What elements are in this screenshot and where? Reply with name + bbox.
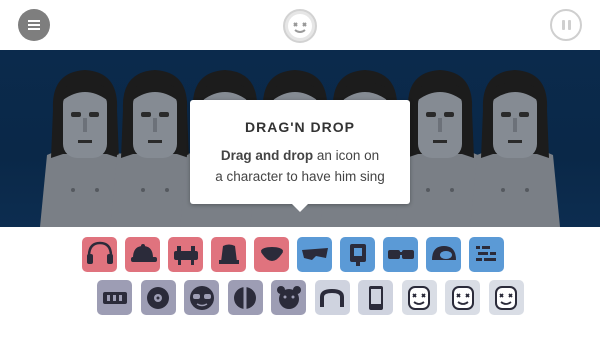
phone-icon (368, 285, 383, 310)
mixer-tile[interactable] (97, 280, 132, 315)
pause-button[interactable] (550, 9, 582, 41)
dj-deck-tile[interactable] (168, 237, 203, 272)
marshmello-3-tile[interactable] (488, 280, 524, 315)
dots-pattern-icon (475, 245, 496, 261)
tooltip-title: DRAG'N DROP (245, 119, 355, 135)
arch-icon (320, 288, 344, 307)
tooltip-message: Drag and drop an icon on a character to … (190, 145, 410, 187)
phone-tile[interactable] (358, 280, 393, 315)
marshmello-1-tile[interactable] (401, 280, 437, 315)
dots-pattern-tile[interactable] (469, 237, 504, 272)
disc-tile[interactable] (140, 280, 176, 315)
round-shades-icon (189, 285, 214, 310)
bear-head-icon (276, 285, 301, 309)
goggles-icon (387, 249, 414, 259)
ball-icon (234, 286, 256, 309)
hat-side-tile[interactable] (211, 237, 246, 272)
cap-icon (130, 243, 157, 262)
hat-side-icon (218, 244, 239, 264)
pause-icon (561, 20, 565, 30)
wedge-shades-tile[interactable] (297, 237, 332, 272)
character[interactable] (470, 70, 560, 227)
headphones-tile[interactable] (82, 237, 117, 272)
bowl-icon (260, 246, 283, 261)
headphones-icon (86, 241, 113, 264)
marshmello-3-icon (495, 285, 517, 310)
helmet-tile[interactable] (426, 237, 461, 272)
goggles-tile[interactable] (383, 237, 418, 272)
icon-tray (0, 227, 600, 337)
mixer-icon (102, 291, 127, 304)
tooltip-message-bold: Drag and drop (220, 148, 314, 163)
bowl-tile[interactable] (254, 237, 289, 272)
marshmello-1-icon (408, 285, 430, 310)
marshmello-2-tile[interactable] (445, 280, 480, 315)
marshmello-head-icon (288, 14, 312, 38)
cap-tile[interactable] (125, 237, 160, 272)
pendant-icon (349, 243, 366, 266)
bear-head-tile[interactable] (271, 280, 306, 315)
disc-icon (147, 286, 169, 309)
top-bar (0, 0, 600, 50)
drag-drop-tooltip: DRAG'N DROP Drag and drop an icon on a c… (190, 100, 410, 212)
menu-button[interactable] (18, 9, 50, 41)
tooltip-message-rest: an icon on (313, 148, 380, 163)
arch-tile[interactable] (314, 280, 350, 315)
dj-deck-icon (173, 245, 198, 265)
round-shades-tile[interactable] (184, 280, 219, 315)
hamburger-icon (28, 20, 40, 30)
pendant-tile[interactable] (340, 237, 375, 272)
wedge-shades-icon (301, 247, 328, 260)
ball-tile[interactable] (227, 280, 263, 315)
tooltip-message-line2: a character to have him sing (215, 169, 385, 184)
helmet-icon (431, 245, 456, 260)
logo (283, 9, 317, 43)
tooltip-arrow (292, 204, 308, 212)
marshmello-2-icon (451, 285, 474, 310)
